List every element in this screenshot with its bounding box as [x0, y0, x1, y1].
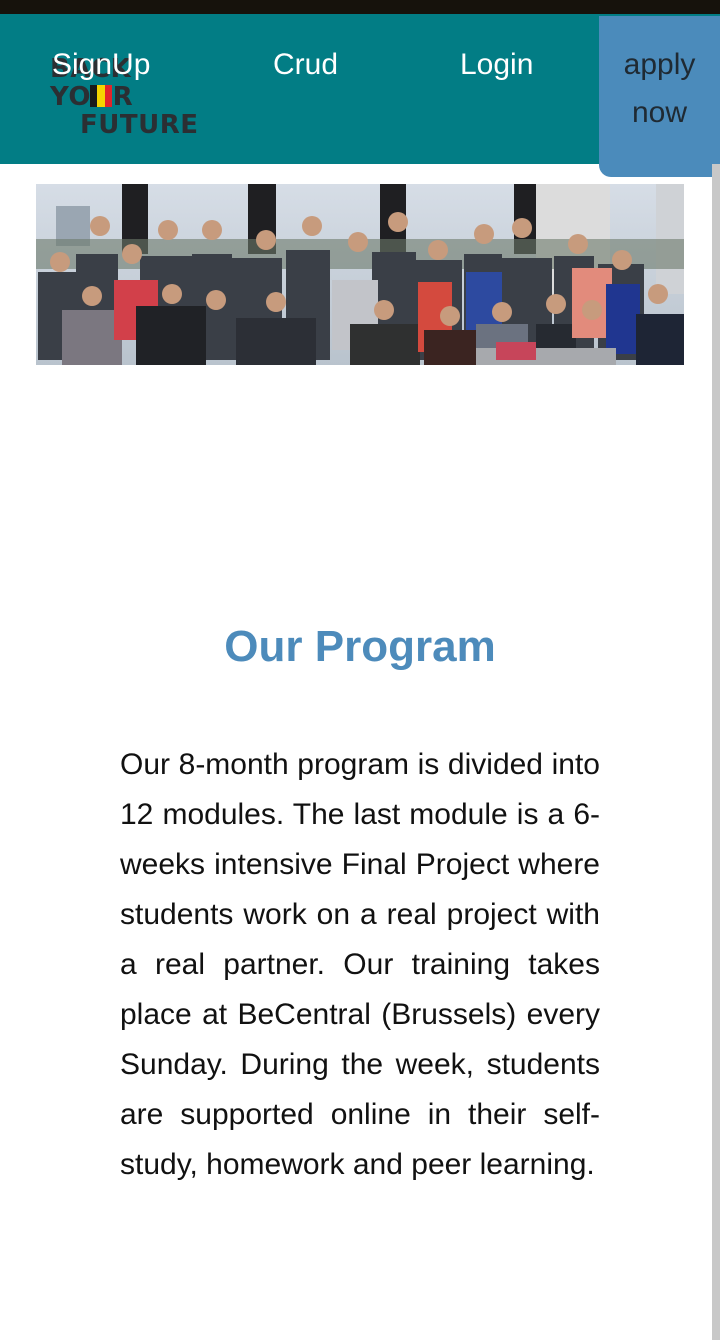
scrollbar[interactable]	[712, 164, 720, 1340]
logo-text-future: FUTURE	[80, 110, 199, 140]
nav-link-login[interactable]: Login	[460, 48, 533, 82]
program-description: Our 8-month program is divided into 12 m…	[120, 748, 600, 1181]
belgian-flag-icon	[90, 85, 112, 107]
apply-now-button[interactable]: apply now	[599, 16, 720, 177]
hero-image	[36, 184, 684, 365]
program-heading: Our Program	[224, 622, 496, 671]
nav-link-crud[interactable]: Crud	[273, 48, 338, 82]
status-bar	[0, 0, 720, 14]
nav-link-signup[interactable]: SignUp	[52, 48, 150, 82]
group-photo-image	[36, 184, 684, 365]
